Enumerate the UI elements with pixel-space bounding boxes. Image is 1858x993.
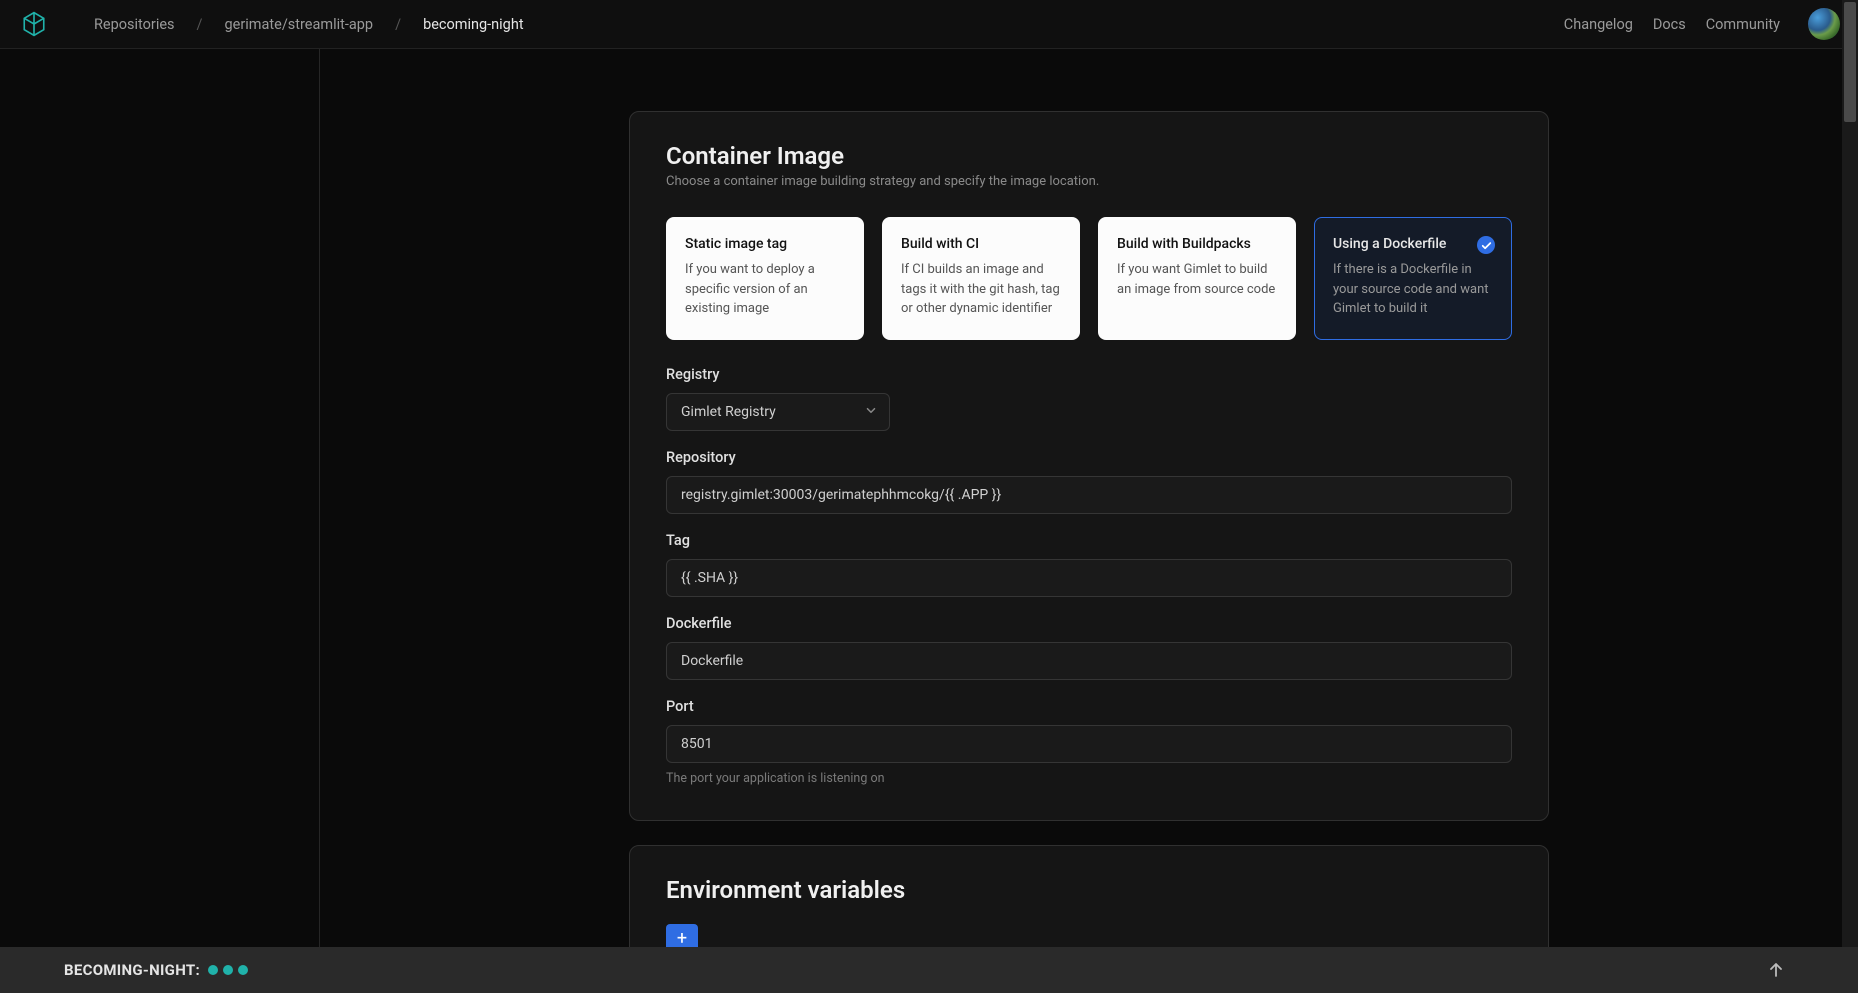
option-description: If you want to deploy a specific version… (685, 260, 845, 319)
env-vars-title: Environment variables (666, 876, 1512, 904)
breadcrumb-repo[interactable]: gerimate/streamlit-app (225, 16, 374, 33)
sidebar (0, 49, 320, 947)
card-subtitle: Choose a container image building strate… (666, 174, 1512, 189)
arrow-up-icon (1766, 960, 1786, 980)
docs-link[interactable]: Docs (1653, 16, 1686, 33)
strategy-options: Static image tag If you want to deploy a… (666, 217, 1512, 340)
scrollbar-thumb[interactable] (1844, 2, 1856, 122)
port-help-text: The port your application is listening o… (666, 771, 1512, 786)
container-image-card: Container Image Choose a container image… (629, 111, 1549, 821)
status-dot (208, 965, 218, 975)
logo[interactable] (18, 8, 50, 40)
repository-label: Repository (666, 449, 1512, 466)
repository-input[interactable] (666, 476, 1512, 514)
option-build-with-buildpacks[interactable]: Build with Buildpacks If you want Gimlet… (1098, 217, 1296, 340)
repository-field: Repository (666, 449, 1512, 514)
option-using-dockerfile[interactable]: Using a Dockerfile If there is a Dockerf… (1314, 217, 1512, 340)
logo-icon (21, 11, 47, 37)
registry-field: Registry (666, 366, 1512, 431)
option-title: Build with CI (901, 236, 1061, 252)
breadcrumb-separator: / (395, 16, 401, 33)
tag-field: Tag (666, 532, 1512, 597)
registry-label: Registry (666, 366, 1512, 383)
community-link[interactable]: Community (1706, 16, 1780, 33)
breadcrumb-current[interactable]: becoming-night (423, 16, 524, 33)
topbar: Repositories / gerimate/streamlit-app / … (0, 0, 1858, 49)
tag-label: Tag (666, 532, 1512, 549)
breadcrumb: Repositories / gerimate/streamlit-app / … (94, 16, 524, 33)
status-dot (238, 965, 248, 975)
card-title: Container Image (666, 142, 1512, 170)
status-dot (223, 965, 233, 975)
option-static-image-tag[interactable]: Static image tag If you want to deploy a… (666, 217, 864, 340)
changelog-link[interactable]: Changelog (1564, 16, 1633, 33)
status-dots (208, 965, 248, 975)
option-title: Using a Dockerfile (1333, 236, 1493, 252)
port-field: Port The port your application is listen… (666, 698, 1512, 786)
option-title: Static image tag (685, 236, 845, 252)
main-area: Container Image Choose a container image… (0, 49, 1858, 947)
avatar[interactable] (1808, 8, 1840, 40)
tag-input[interactable] (666, 559, 1512, 597)
option-build-with-ci[interactable]: Build with CI If CI builds an image and … (882, 217, 1080, 340)
content: Container Image Choose a container image… (320, 49, 1858, 947)
breadcrumb-separator: / (197, 16, 203, 33)
topbar-right: Changelog Docs Community (1564, 8, 1840, 40)
port-input[interactable] (666, 725, 1512, 763)
port-label: Port (666, 698, 1512, 715)
option-description: If you want Gimlet to build an image fro… (1117, 260, 1277, 299)
add-env-var-button[interactable]: + (666, 924, 698, 948)
status-label: BECOMING-NIGHT: (64, 961, 200, 979)
dockerfile-input[interactable] (666, 642, 1512, 680)
registry-select[interactable] (666, 393, 890, 431)
option-description: If CI builds an image and tags it with t… (901, 260, 1061, 319)
option-title: Build with Buildpacks (1117, 236, 1277, 252)
option-description: If there is a Dockerfile in your source … (1333, 260, 1493, 319)
selected-check-icon (1477, 236, 1495, 254)
dockerfile-field: Dockerfile (666, 615, 1512, 680)
scrollbar-track[interactable] (1842, 0, 1858, 947)
environment-variables-card: Environment variables + (629, 845, 1549, 948)
scroll-to-top-button[interactable] (1762, 956, 1790, 984)
dockerfile-label: Dockerfile (666, 615, 1512, 632)
breadcrumb-repositories[interactable]: Repositories (94, 16, 175, 33)
status-bar: BECOMING-NIGHT: (0, 947, 1858, 993)
